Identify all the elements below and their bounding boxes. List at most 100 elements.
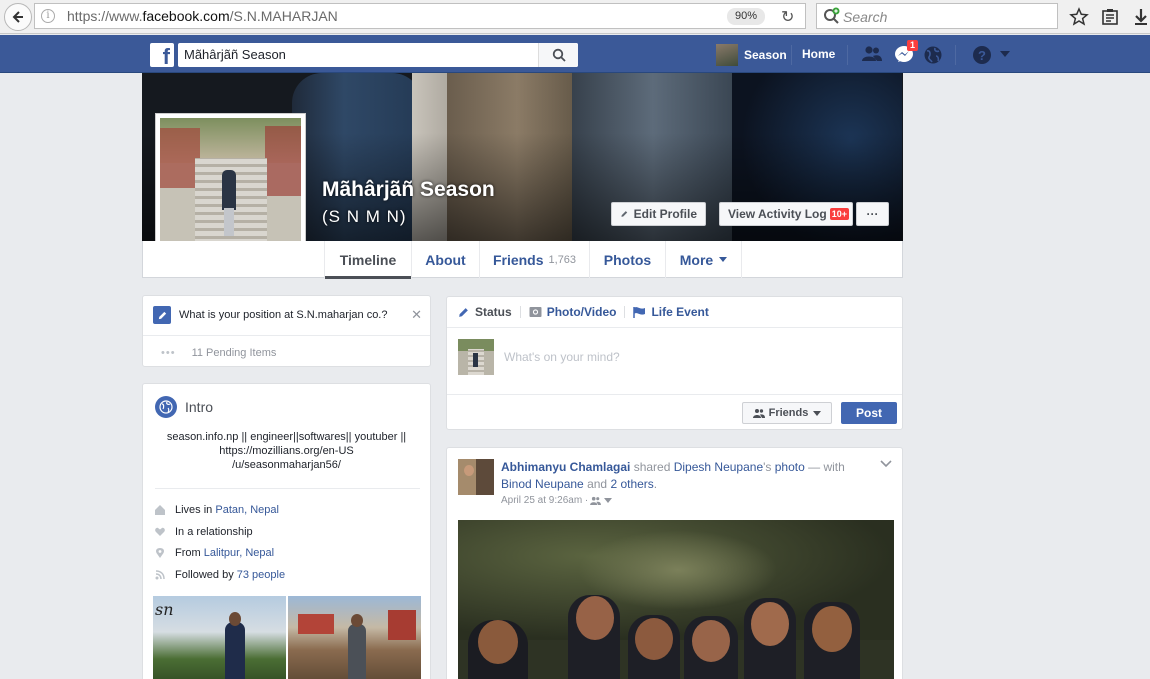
timestamp-link[interactable]: April 25 at 9:26am · — [501, 495, 588, 506]
actor-link[interactable]: Abhimanyu Chamlagai — [501, 460, 630, 474]
composer-tab-life-event[interactable]: Life Event — [633, 305, 709, 319]
back-button[interactable] — [4, 3, 32, 31]
profile-photo-image — [160, 118, 301, 259]
tab-more[interactable]: More — [665, 241, 742, 278]
download-icon[interactable] — [1131, 7, 1150, 27]
chevron-down-icon[interactable] — [604, 498, 613, 503]
heart-icon — [155, 527, 165, 536]
divider — [447, 394, 902, 395]
back-arrow-icon — [12, 11, 23, 23]
facebook-search-input[interactable]: Mãhârjãñ Season — [178, 43, 578, 67]
tab-label: About — [425, 251, 466, 268]
location-pin-icon — [155, 548, 165, 558]
bookmark-star-icon[interactable] — [1069, 7, 1089, 27]
from-link[interactable]: Lalitpur, Nepal — [204, 547, 274, 559]
view-activity-log-button[interactable]: View Activity Log 10+ — [719, 202, 853, 226]
avatar[interactable] — [458, 339, 494, 375]
help-icon[interactable]: ? — [972, 45, 992, 65]
owner-link[interactable]: Dipesh Neupane — [674, 460, 763, 474]
avatar[interactable] — [458, 459, 494, 495]
facebook-logo[interactable]: f — [150, 43, 174, 67]
bio-line[interactable]: /u/seasonmaharjan56/ — [151, 458, 422, 472]
flag-icon — [633, 306, 646, 318]
story-options-chevron-icon[interactable] — [880, 460, 892, 468]
tab-label: Friends — [492, 251, 544, 268]
activity-badge: 10+ — [829, 208, 849, 220]
divider — [143, 335, 430, 336]
question-text: What is your position at S.N.maharjan co… — [179, 309, 388, 321]
active-tab-indicator — [325, 276, 411, 279]
pencil-icon — [153, 306, 171, 324]
more-options-button[interactable]: ··· — [856, 202, 889, 226]
relationship-label: In a relationship — [175, 526, 253, 538]
pending-items-card: What is your position at S.N.maharjan co… — [142, 295, 431, 367]
intro-title: Intro — [185, 399, 214, 415]
composer-tab-status[interactable]: Status — [457, 305, 512, 319]
status-label: Status — [475, 305, 512, 319]
composer-input[interactable]: What's on your mind? — [504, 350, 620, 364]
browser-toolbar: i https://www.facebook.com/S.N.MAHARJAN … — [0, 0, 1150, 34]
composer-tab-photo-video[interactable]: Photo/Video — [529, 305, 616, 319]
lives-label: Lives in — [175, 504, 213, 516]
search-icon — [552, 48, 566, 62]
lives-link[interactable]: Patan, Nepal — [215, 504, 279, 516]
more-dots-icon: ··· — [866, 207, 879, 221]
tagged-others-link[interactable]: 2 others — [610, 477, 653, 491]
avatar — [716, 44, 738, 66]
tagged-user-link[interactable]: Binod Neupane — [501, 477, 584, 491]
pending-items-link[interactable]: ••• 11 Pending Items — [161, 347, 276, 359]
reading-list-icon[interactable] — [1100, 7, 1120, 27]
post-button[interactable]: Post — [841, 402, 897, 424]
intro-bio: season.info.np || engineer||softwares|| … — [143, 430, 430, 472]
close-icon[interactable]: ✕ — [411, 307, 422, 323]
pencil-icon — [459, 307, 468, 317]
divider — [519, 306, 521, 318]
edit-profile-button[interactable]: Edit Profile — [611, 202, 706, 226]
intro-from: From Lalitpur, Nepal — [155, 547, 274, 559]
story-meta: April 25 at 9:26am · — [501, 495, 613, 506]
facebook-header: f Mãhârjãñ Season Season Home 1 ? — [0, 35, 1150, 73]
url-text: https://www.facebook.com/S.N.MAHARJAN — [67, 8, 338, 24]
followers-link[interactable]: 73 people — [237, 569, 285, 581]
intro-followed-by: Followed by 73 people — [155, 569, 285, 581]
followed-label: Followed by — [175, 569, 234, 581]
tab-about[interactable]: About — [411, 241, 479, 278]
info-icon[interactable]: i — [41, 9, 55, 23]
with-text: — with — [804, 460, 845, 474]
feed-story: Abhimanyu Chamlagai shared Dipesh Neupan… — [446, 447, 903, 679]
zoom-indicator[interactable]: 90% — [727, 8, 765, 25]
bio-line[interactable]: https://mozillians.org/en-US — [151, 444, 422, 458]
audience-selector[interactable]: Friends — [742, 402, 832, 424]
url-bar[interactable]: i https://www.facebook.com/S.N.MAHARJAN … — [34, 3, 806, 29]
profile-tabs: Timeline About Friends 1,763 Photos More — [142, 241, 903, 279]
tab-timeline[interactable]: Timeline — [324, 241, 411, 279]
home-link[interactable]: Home — [802, 47, 835, 61]
photo-link[interactable]: photo — [775, 460, 805, 474]
tab-label: Timeline — [339, 251, 397, 268]
browser-search-input[interactable]: Search — [816, 3, 1058, 29]
tab-label: Photos — [603, 251, 652, 268]
shared-photo[interactable] — [458, 520, 894, 679]
featured-photo[interactable]: sn — [153, 596, 286, 679]
story-header: Abhimanyu Chamlagai shared Dipesh Neupan… — [501, 459, 871, 493]
reload-icon[interactable]: ↻ — [781, 7, 794, 27]
friends-icon — [752, 409, 765, 418]
camera-icon — [529, 307, 542, 317]
friends-privacy-icon[interactable] — [590, 496, 602, 505]
account-menu-arrow-icon[interactable] — [999, 50, 1011, 58]
tab-friends[interactable]: Friends 1,763 — [479, 241, 589, 278]
friend-requests-icon[interactable] — [861, 45, 883, 63]
profile-question[interactable]: What is your position at S.N.maharjan co… — [153, 306, 387, 324]
chevron-down-icon — [813, 410, 822, 416]
user-name-link: Season — [744, 48, 787, 62]
from-label: From — [175, 547, 201, 559]
chevron-down-icon — [719, 256, 728, 262]
profile-shortcut[interactable]: Season — [716, 43, 787, 67]
globe-icon — [155, 396, 177, 418]
notifications-globe-icon[interactable] — [923, 45, 943, 65]
photo-caption: sn — [155, 600, 174, 619]
tab-photos[interactable]: Photos — [589, 241, 665, 278]
featured-photo[interactable] — [288, 596, 421, 679]
search-button[interactable] — [538, 43, 578, 67]
audience-label: Friends — [768, 407, 809, 419]
